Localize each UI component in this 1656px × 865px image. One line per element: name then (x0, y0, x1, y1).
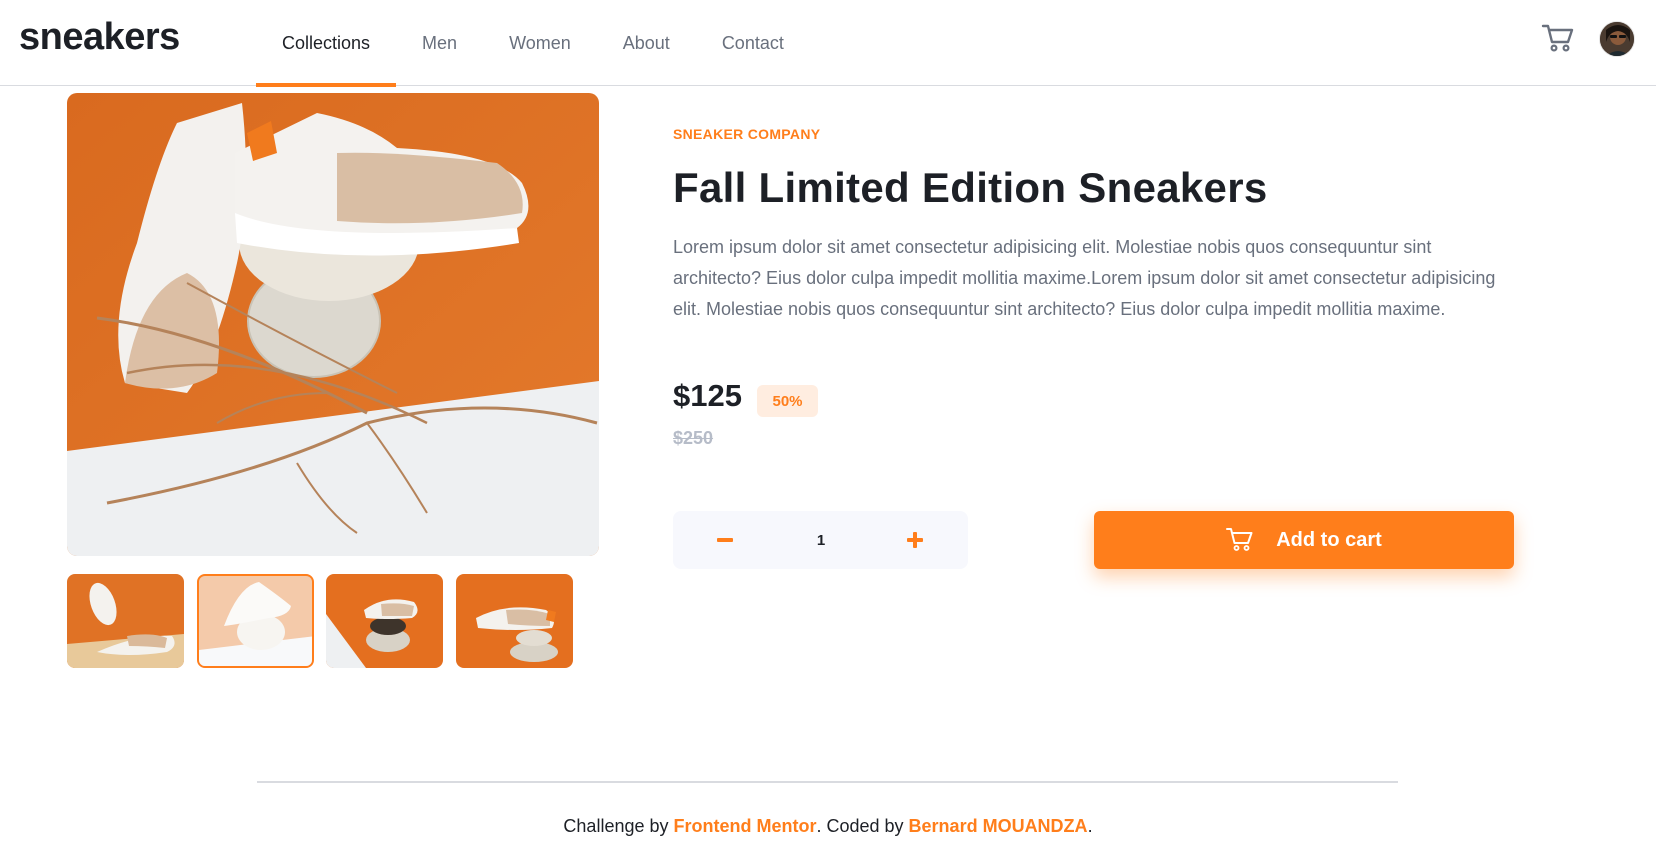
nav-men[interactable]: Men (396, 0, 483, 86)
minus-icon (717, 538, 733, 542)
footer-divider (257, 781, 1398, 783)
add-to-cart-label: Add to cart (1276, 528, 1382, 551)
footer-attribution: Challenge by Frontend Mentor. Coded by B… (0, 816, 1656, 837)
increase-quantity-button[interactable] (887, 511, 943, 569)
product-title: Fall Limited Edition Sneakers (673, 164, 1268, 211)
author-link[interactable]: Bernard MOUANDZA (909, 816, 1088, 836)
footer-prefix: Challenge by (563, 816, 674, 836)
product-description: Lorem ipsum dolor sit amet consectetur a… (673, 237, 1496, 319)
logo[interactable]: sneakers (19, 16, 180, 59)
plus-icon (907, 532, 923, 548)
decrease-quantity-button[interactable] (697, 511, 753, 569)
thumbnail-active-overlay (199, 576, 312, 666)
main-nav: Collections Men Women About Contact (256, 0, 810, 87)
thumbnail-4[interactable] (456, 574, 573, 668)
thumbnail-1[interactable] (67, 574, 184, 668)
original-price: $250 (673, 428, 714, 448)
current-price: $125 (673, 378, 742, 413)
nav-collections[interactable]: Collections (256, 0, 397, 87)
nav-women[interactable]: Women (483, 0, 597, 86)
add-to-cart-button[interactable]: Add to cart (1094, 511, 1514, 569)
company-label: SNEAKER COMPANY (673, 126, 821, 142)
footer-suffix: . (1087, 816, 1093, 836)
footer-middle: . Coded by (816, 816, 909, 836)
thumbnail-3[interactable] (326, 574, 443, 668)
nav-about[interactable]: About (597, 0, 696, 86)
quantity-value: 1 (816, 531, 826, 549)
main-product-image[interactable] (67, 93, 599, 556)
thumbnail-2[interactable] (197, 574, 314, 668)
discount-badge: 50% (757, 385, 818, 417)
nav-contact[interactable]: Contact (696, 0, 810, 86)
cart-icon[interactable] (1541, 22, 1575, 54)
frontend-mentor-link[interactable]: Frontend Mentor (674, 816, 817, 836)
site-header: sneakers Collections Men Women About Con… (0, 0, 1656, 87)
avatar[interactable] (1599, 21, 1635, 57)
cart-icon (1226, 528, 1253, 551)
quantity-stepper: 1 (673, 511, 968, 569)
